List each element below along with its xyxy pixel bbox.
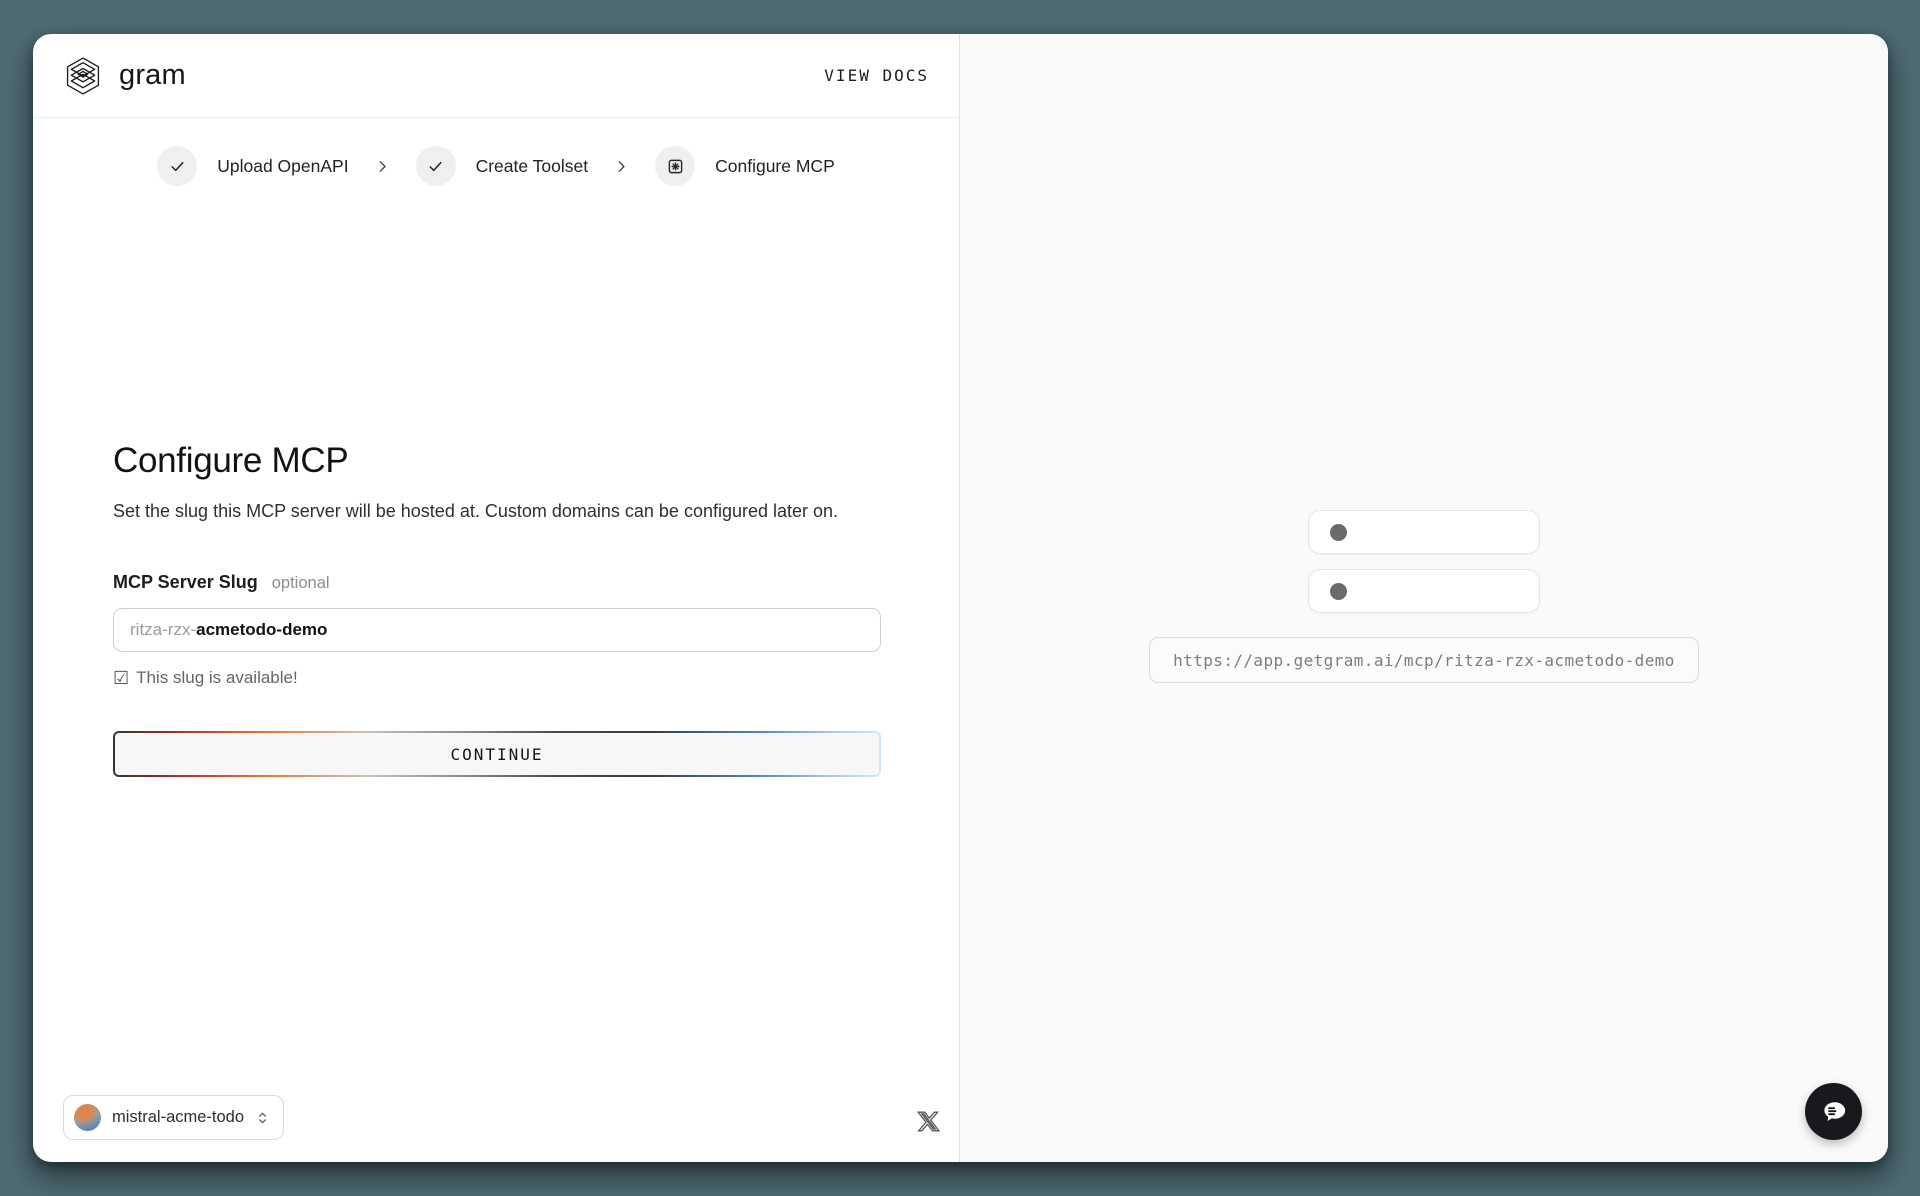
chevron-right-icon	[614, 159, 629, 174]
page-title: Configure MCP	[113, 441, 881, 481]
step-create-toolset: Create Toolset	[416, 146, 589, 186]
slug-prefix-text: ritza-rzx-	[130, 620, 196, 640]
project-avatar	[74, 1104, 101, 1131]
step-upload-openapi: Upload OpenAPI	[157, 146, 348, 186]
availability-message: This slug is available!	[136, 668, 298, 688]
step-current-badge	[655, 146, 695, 186]
setup-panel: gram VIEW DOCS Upload OpenAPI Create Too…	[33, 34, 959, 1162]
configure-mcp-form: Configure MCP Set the slug this MCP serv…	[113, 441, 881, 777]
mcp-preview-panel: https://app.getgram.ai/mcp/ritza-rzx-acm…	[959, 34, 1888, 1162]
setup-stepper: Upload OpenAPI Create Toolset	[33, 146, 959, 186]
check-icon	[169, 158, 186, 175]
status-dot-icon	[1330, 524, 1347, 541]
check-icon	[427, 158, 444, 175]
view-docs-link[interactable]: VIEW DOCS	[824, 66, 929, 85]
slug-value-text: acmetodo-demo	[196, 620, 327, 640]
slug-optional-hint: optional	[272, 574, 330, 593]
chevron-right-icon	[375, 159, 390, 174]
gram-logo-icon	[63, 56, 103, 96]
brand-name: gram	[119, 59, 186, 92]
preview-card	[1308, 569, 1540, 613]
app-window: gram VIEW DOCS Upload OpenAPI Create Too…	[33, 34, 1888, 1162]
step-label: Configure MCP	[715, 156, 835, 177]
chat-bubble-icon	[1819, 1097, 1849, 1127]
step-configure-mcp: Configure MCP	[655, 146, 835, 186]
page-subtitle: Set the slug this MCP server will be hos…	[113, 501, 881, 522]
checkbox-checked-icon: ☑	[113, 669, 129, 687]
chat-launcher-button[interactable]	[1805, 1083, 1862, 1140]
select-chevrons-icon	[255, 1110, 270, 1126]
preview-card-stack	[1308, 510, 1540, 613]
mcp-slug-input[interactable]: ritza-rzx-acmetodo-demo	[113, 608, 881, 652]
gear-frame-icon	[665, 156, 686, 177]
preview-card	[1308, 510, 1540, 554]
continue-button[interactable]: CONTINUE	[115, 733, 879, 775]
slug-field-label-row: MCP Server Slug optional	[113, 572, 881, 593]
project-switcher-dropdown[interactable]: mistral-acme-todo	[63, 1095, 284, 1140]
project-name: mistral-acme-todo	[112, 1108, 244, 1127]
step-label: Create Toolset	[476, 156, 589, 177]
slug-availability-status: ☑ This slug is available!	[113, 668, 881, 688]
step-complete-badge	[157, 146, 197, 186]
mcp-url-display: https://app.getgram.ai/mcp/ritza-rzx-acm…	[1149, 637, 1699, 683]
status-dot-icon	[1330, 583, 1347, 600]
continue-button-border: CONTINUE	[113, 731, 881, 777]
x-twitter-icon[interactable]	[917, 1110, 940, 1133]
slug-field-label: MCP Server Slug	[113, 572, 258, 593]
header: gram VIEW DOCS	[33, 34, 959, 118]
step-complete-badge	[416, 146, 456, 186]
step-label: Upload OpenAPI	[217, 156, 348, 177]
